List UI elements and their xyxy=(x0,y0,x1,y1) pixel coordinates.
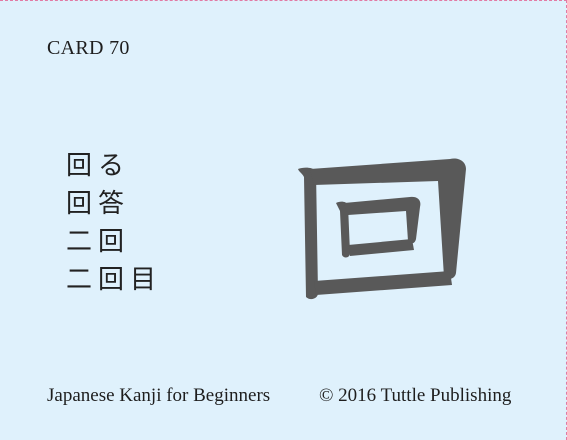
flashcard: CARD 70 回る 回答 二回 二回目 Japanese Kanji for … xyxy=(0,0,567,440)
vocab-item: 二回目 xyxy=(66,265,163,295)
kanji-stroke-outer-left xyxy=(298,167,318,300)
kanji-stroke-outer-top-right xyxy=(310,158,466,280)
vocab-item: 回る xyxy=(66,151,131,181)
kanji-stroke-outer-bottom xyxy=(314,271,452,295)
vocabulary-list: 回る 回答 二回 二回目 xyxy=(66,147,162,299)
book-title: Japanese Kanji for Beginners xyxy=(47,385,271,406)
copyright: © 2016 Tuttle Publishing xyxy=(319,385,512,406)
vocab-item: 二回 xyxy=(66,227,131,257)
kanji-glyph xyxy=(298,158,466,300)
kanji-stroke-inner-bottom xyxy=(348,239,414,256)
card-number: CARD 70 xyxy=(47,37,130,59)
vocab-item: 回答 xyxy=(66,189,131,219)
kanji-stroke-inner-top-right xyxy=(344,196,421,244)
